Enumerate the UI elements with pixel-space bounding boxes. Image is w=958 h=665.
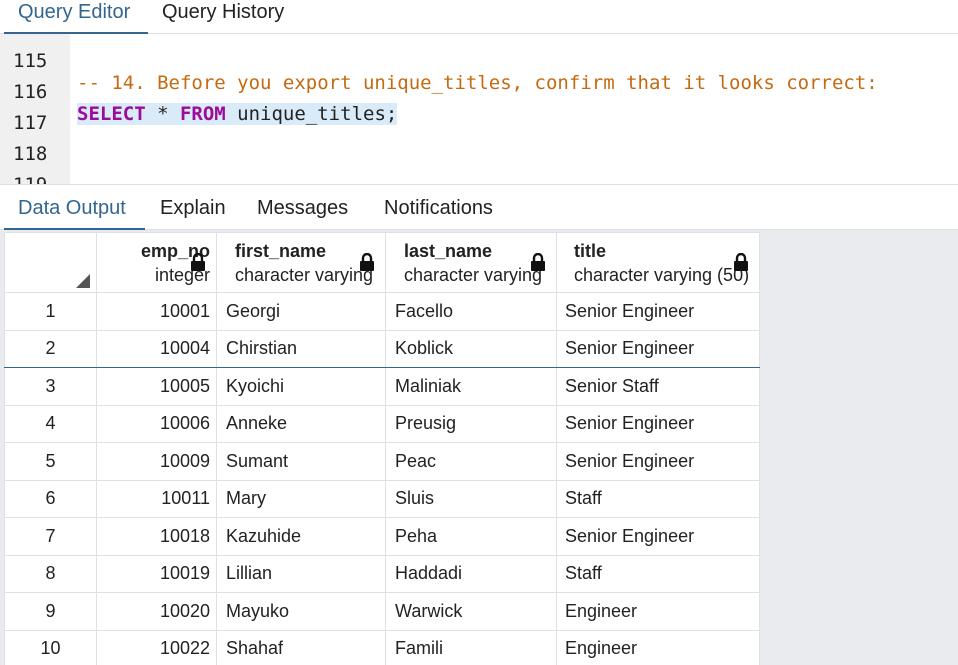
cell-first-name[interactable]: Lillian: [216, 554, 386, 593]
data-output-grid: emp_no integer first_name character vary…: [0, 230, 958, 665]
lock-icon: [360, 253, 374, 271]
tab-query-history[interactable]: Query History: [162, 0, 284, 34]
column-type: character varying (50): [574, 265, 750, 285]
cell-last-name[interactable]: Famili: [385, 629, 557, 665]
tab-notifications[interactable]: Notifications: [384, 197, 493, 220]
cell-first-name[interactable]: Mary: [216, 479, 386, 518]
table-row[interactable]: 7 10018 Kazuhide Peha Senior Engineer: [4, 517, 760, 556]
cell-title[interactable]: Staff: [556, 479, 760, 518]
cell-first-name[interactable]: Kyoichi: [216, 367, 386, 406]
lock-icon: [531, 253, 545, 271]
table-row[interactable]: 9 10020 Mayuko Warwick Engineer: [4, 592, 760, 631]
code-line: 116 SELECT * FROM unique_titles;: [0, 59, 958, 125]
row-number[interactable]: 5: [4, 442, 97, 481]
cell-title[interactable]: Senior Engineer: [556, 404, 760, 443]
lock-icon: [191, 253, 205, 271]
cell-first-name[interactable]: Georgi: [216, 292, 386, 331]
tab-explain[interactable]: Explain: [160, 197, 226, 220]
cell-title[interactable]: Senior Engineer: [556, 442, 760, 481]
cell-last-name[interactable]: Preusig: [385, 404, 557, 443]
cell-title[interactable]: Senior Engineer: [556, 517, 760, 556]
cell-first-name[interactable]: Anneke: [216, 404, 386, 443]
cell-title[interactable]: Senior Engineer: [556, 329, 760, 368]
cell-last-name[interactable]: Koblick: [385, 329, 557, 368]
code-line: 118: [0, 121, 958, 165]
column-header-last-name[interactable]: last_name character varying: [385, 232, 557, 293]
table-row[interactable]: 4 10006 Anneke Preusig Senior Engineer: [4, 404, 760, 443]
row-number[interactable]: 8: [4, 554, 97, 593]
cell-first-name[interactable]: Kazuhide: [216, 517, 386, 556]
line-number: 119: [13, 174, 47, 184]
column-header-first-name[interactable]: first_name character varying: [216, 232, 386, 293]
cell-last-name[interactable]: Facello: [385, 292, 557, 331]
cell-last-name[interactable]: Sluis: [385, 479, 557, 518]
cell-title[interactable]: Senior Engineer: [556, 292, 760, 331]
cell-last-name[interactable]: Warwick: [385, 592, 557, 631]
cell-emp-no[interactable]: 10022: [96, 629, 217, 665]
code-line: 115 -- 14. Before you export unique_titl…: [0, 34, 958, 94]
cell-last-name[interactable]: Haddadi: [385, 554, 557, 593]
row-number[interactable]: 9: [4, 592, 97, 631]
code-line: 119: [0, 152, 958, 184]
table-row[interactable]: 2 10004 Chirstian Koblick Senior Enginee…: [4, 329, 760, 368]
tab-query-editor[interactable]: Query Editor: [4, 0, 148, 35]
row-number[interactable]: 3: [4, 367, 97, 406]
tab-messages[interactable]: Messages: [257, 197, 348, 220]
results-table: emp_no integer first_name character vary…: [4, 232, 760, 665]
cell-title[interactable]: Senior Staff: [556, 367, 760, 406]
column-name: title: [574, 241, 607, 261]
cell-last-name[interactable]: Peha: [385, 517, 557, 556]
cell-emp-no[interactable]: 10005: [96, 367, 217, 406]
cell-emp-no[interactable]: 10001: [96, 292, 217, 331]
tab-data-output[interactable]: Data Output: [18, 197, 126, 220]
table-row[interactable]: 3 10005 Kyoichi Maliniak Senior Staff: [4, 367, 760, 406]
row-number[interactable]: 4: [4, 404, 97, 443]
cell-title[interactable]: Staff: [556, 554, 760, 593]
cell-emp-no[interactable]: 10020: [96, 592, 217, 631]
query-tool-tabs: Query Editor Query History: [0, 0, 958, 35]
cell-emp-no[interactable]: 10004: [96, 329, 217, 368]
select-all-corner[interactable]: [4, 232, 97, 293]
cell-last-name[interactable]: Peac: [385, 442, 557, 481]
cell-title[interactable]: Engineer: [556, 629, 760, 665]
header-row: emp_no integer first_name character vary…: [4, 232, 760, 293]
table-row[interactable]: 10 10022 Shahaf Famili Engineer: [4, 629, 760, 665]
row-number[interactable]: 1: [4, 292, 97, 331]
cell-emp-no[interactable]: 10011: [96, 479, 217, 518]
cell-first-name[interactable]: Mayuko: [216, 592, 386, 631]
sql-editor[interactable]: 115 -- 14. Before you export unique_titl…: [0, 34, 958, 184]
code-line: 117: [0, 90, 958, 134]
lock-icon: [734, 253, 748, 271]
table-row[interactable]: 6 10011 Mary Sluis Staff: [4, 479, 760, 518]
column-header-title[interactable]: title character varying (50): [556, 232, 760, 293]
cell-first-name[interactable]: Shahaf: [216, 629, 386, 665]
cell-first-name[interactable]: Chirstian: [216, 329, 386, 368]
cell-first-name[interactable]: Sumant: [216, 442, 386, 481]
output-tabs: Data Output Explain Messages Notificatio…: [0, 184, 958, 231]
cell-title[interactable]: Engineer: [556, 592, 760, 631]
cell-emp-no[interactable]: 10006: [96, 404, 217, 443]
row-number[interactable]: 7: [4, 517, 97, 556]
cell-last-name[interactable]: Maliniak: [385, 367, 557, 406]
row-number[interactable]: 10: [4, 629, 97, 665]
column-header-emp-no[interactable]: emp_no integer: [96, 232, 217, 293]
row-number[interactable]: 6: [4, 479, 97, 518]
sort-corner-icon: [76, 274, 90, 288]
table-row[interactable]: 5 10009 Sumant Peac Senior Engineer: [4, 442, 760, 481]
row-number[interactable]: 2: [4, 329, 97, 368]
table-row[interactable]: 8 10019 Lillian Haddadi Staff: [4, 554, 760, 593]
cell-emp-no[interactable]: 10019: [96, 554, 217, 593]
cell-emp-no[interactable]: 10009: [96, 442, 217, 481]
table-row[interactable]: 1 10001 Georgi Facello Senior Engineer: [4, 292, 760, 331]
cell-emp-no[interactable]: 10018: [96, 517, 217, 556]
